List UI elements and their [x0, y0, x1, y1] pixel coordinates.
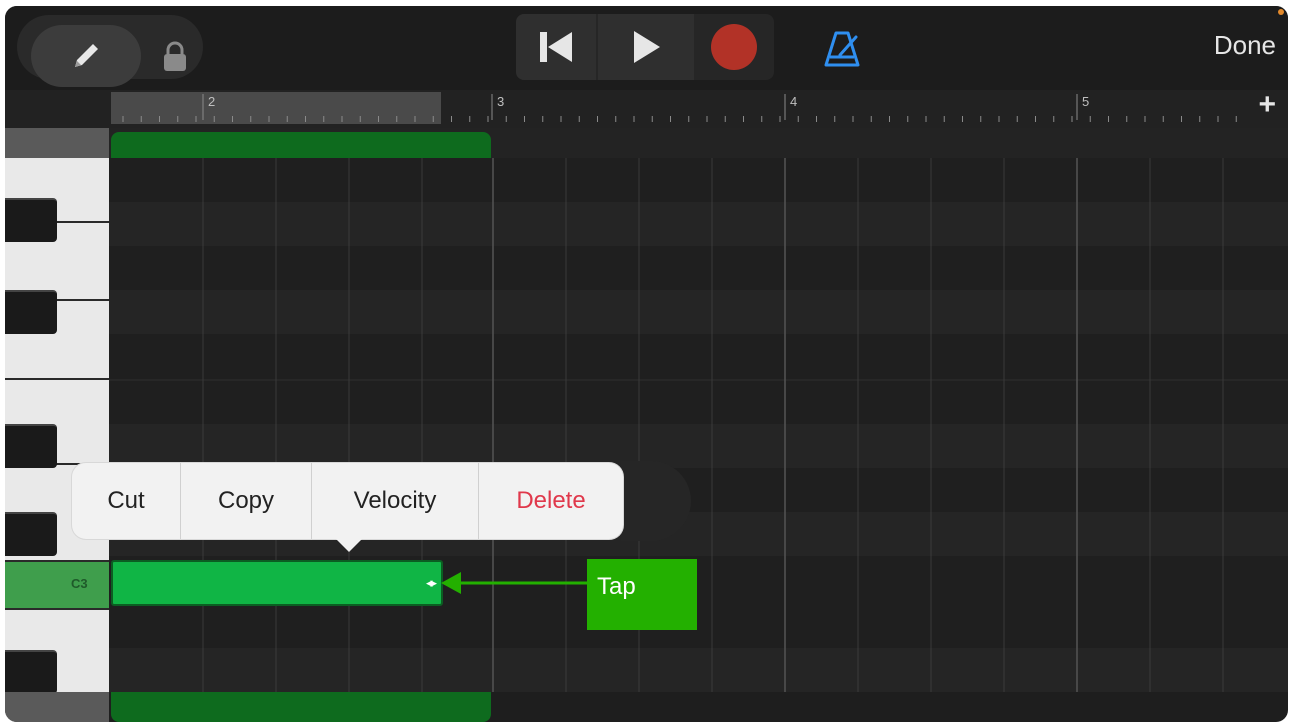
piano-roll-grid[interactable] — [109, 158, 1288, 692]
play-icon — [634, 31, 660, 63]
rewind-button[interactable] — [516, 14, 596, 80]
ruler-bar-label: 4 — [790, 94, 798, 109]
done-button[interactable]: Done — [1214, 30, 1276, 61]
annotation-arrow-icon — [441, 572, 589, 594]
region-strip — [109, 128, 1288, 158]
velocity-menu-item[interactable]: Velocity — [312, 463, 479, 539]
region-footer[interactable] — [111, 692, 491, 722]
add-section-button[interactable]: + — [1258, 88, 1276, 122]
c3-key-label: C3 — [71, 576, 88, 591]
record-icon — [711, 24, 757, 70]
pencil-icon — [75, 44, 98, 67]
tap-annotation-label: Tap — [597, 573, 636, 600]
metronome-icon — [824, 31, 860, 67]
note-context-menu: Cut Copy Velocity Delete — [72, 463, 623, 539]
edit-mode-group — [17, 15, 203, 87]
transport-controls — [516, 14, 774, 80]
keyboard-bottom-spacer — [5, 692, 109, 722]
record-button[interactable] — [694, 14, 774, 80]
region-strip-spacer — [5, 128, 109, 158]
region-header[interactable] — [111, 132, 491, 158]
lock-button[interactable] — [157, 39, 193, 75]
black-key[interactable] — [5, 650, 57, 694]
black-key[interactable] — [5, 512, 57, 556]
lock-icon — [164, 41, 186, 71]
copy-menu-item[interactable]: Copy — [181, 463, 312, 539]
grid-lines — [109, 158, 1288, 692]
timeline-ruler[interactable]: 2 3 4 5 + — [5, 88, 1288, 128]
ruler-bar-label: 3 — [497, 94, 505, 109]
note-resize-handle-icon[interactable]: ◂▸ — [426, 575, 437, 591]
top-toolbar: Done — [5, 6, 1288, 90]
midi-note-c3[interactable]: ◂▸ — [111, 560, 443, 606]
menu-pointer — [335, 538, 363, 552]
metronome-button[interactable] — [819, 28, 865, 70]
ruler-bar-label: 5 — [1082, 94, 1090, 109]
delete-menu-item[interactable]: Delete — [479, 463, 623, 539]
piano-keyboard[interactable]: C3 — [5, 158, 109, 694]
play-button[interactable] — [598, 14, 694, 80]
pencil-button[interactable] — [31, 25, 141, 87]
status-indicator-dot — [1278, 9, 1284, 15]
tap-annotation: Tap — [587, 559, 697, 630]
c3-key[interactable]: C3 — [5, 560, 109, 610]
black-key[interactable] — [5, 424, 57, 468]
rewind-icon — [540, 32, 572, 62]
cut-menu-item[interactable]: Cut — [72, 463, 181, 539]
ruler-bar-label: 2 — [208, 94, 216, 109]
key-divider — [5, 378, 109, 380]
black-key[interactable] — [5, 290, 57, 334]
ruler-ticks — [122, 94, 1237, 122]
garageband-editor: Done 2 3 4 5 + C3 ◂▸ Cut Copy Velocity D… — [5, 6, 1288, 722]
black-key[interactable] — [5, 198, 57, 242]
